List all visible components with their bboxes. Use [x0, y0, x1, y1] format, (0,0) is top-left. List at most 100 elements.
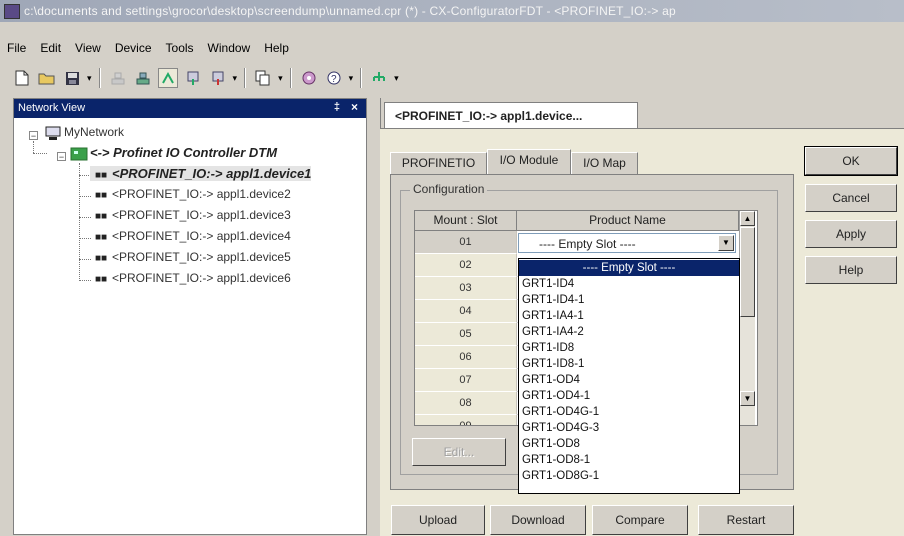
- menu-help[interactable]: Help: [257, 38, 296, 58]
- dropdown-option[interactable]: GRT1-IA4-2: [519, 324, 739, 340]
- network-view-header: Network View ‡ ×: [14, 99, 366, 118]
- product-dropdown-list[interactable]: ---- Empty Slot ---- GRT1-ID4 GRT1-ID4-1…: [518, 258, 740, 494]
- device-icon: ■■: [94, 190, 108, 201]
- tree-item-controller[interactable]: <-> Profinet IO Controller DTM: [68, 145, 277, 162]
- toolbar-separator: [98, 68, 101, 88]
- help-icon[interactable]: ?: [324, 68, 344, 88]
- tree-item-device4[interactable]: ■■ <PROFINET_IO:-> appl1.device4: [90, 229, 291, 243]
- network-disabled-icon: [108, 68, 128, 88]
- menu-bar: File Edit View Device Tools Window Help: [0, 38, 296, 58]
- menu-device[interactable]: Device: [108, 38, 159, 58]
- slot-cell[interactable]: 05: [415, 323, 517, 346]
- slot-cell[interactable]: 01: [415, 231, 517, 254]
- dropdown-option[interactable]: GRT1-OD4-1: [519, 388, 739, 404]
- toolbar-separator: [360, 68, 363, 88]
- dropdown-option[interactable]: GRT1-OD4G-1: [519, 404, 739, 420]
- dropdown-option[interactable]: GRT1-ID8: [519, 340, 739, 356]
- tree-item-device2[interactable]: ■■ <PROFINET_IO:-> appl1.device2: [90, 187, 291, 201]
- slot-cell[interactable]: 06: [415, 346, 517, 369]
- dropdown-option[interactable]: GRT1-OD8G-1: [519, 468, 739, 484]
- device-icon: ■■: [94, 211, 108, 222]
- ok-button[interactable]: OK: [804, 146, 898, 176]
- tree-line: [33, 141, 34, 153]
- copy-dropdown-icon[interactable]: ▾: [278, 73, 283, 84]
- dropdown-option[interactable]: GRT1-IA4-1: [519, 308, 739, 324]
- device-icon: ■■: [94, 232, 108, 243]
- dropdown-option[interactable]: ---- Empty Slot ----: [519, 260, 739, 276]
- help-dropdown-icon[interactable]: ▾: [349, 73, 354, 84]
- dropdown-option[interactable]: GRT1-OD8: [519, 436, 739, 452]
- dropdown-option[interactable]: GRT1-OD4: [519, 372, 739, 388]
- tree-item-device6[interactable]: ■■ <PROFINET_IO:-> appl1.device6: [90, 271, 291, 285]
- menu-tools[interactable]: Tools: [159, 38, 201, 58]
- tree-label: <PROFINET_IO:-> appl1.device6: [112, 271, 291, 285]
- network-view-title: Network View: [18, 102, 86, 114]
- scroll-thumb[interactable]: [740, 227, 755, 317]
- copy-icon[interactable]: [253, 68, 273, 88]
- collapse-controller-icon[interactable]: −: [57, 152, 66, 162]
- device-dropdown-icon[interactable]: ▾: [233, 73, 238, 84]
- device-icon: ■■: [94, 274, 108, 285]
- menu-view[interactable]: View: [68, 38, 108, 58]
- network-dropdown-icon[interactable]: ▾: [394, 73, 399, 84]
- cancel-button[interactable]: Cancel: [805, 184, 897, 212]
- tree-item-device1[interactable]: ■■ <PROFINET_IO:-> appl1.device1: [90, 166, 312, 181]
- pin-icon[interactable]: ‡: [334, 101, 340, 113]
- dropdown-option[interactable]: GRT1-ID8-1: [519, 356, 739, 372]
- upload-device-icon[interactable]: [183, 68, 203, 88]
- edit-button[interactable]: Edit...: [412, 438, 506, 466]
- dropdown-option[interactable]: GRT1-ID4: [519, 276, 739, 292]
- toolbar-separator: [244, 68, 247, 88]
- upload-button[interactable]: Upload: [391, 505, 485, 535]
- slot-cell[interactable]: 04: [415, 300, 517, 323]
- open-folder-icon[interactable]: [37, 68, 57, 88]
- slot-cell[interactable]: 02: [415, 254, 517, 277]
- column-header-slot[interactable]: Mount : Slot: [415, 211, 517, 231]
- slot-cell[interactable]: 08: [415, 392, 517, 415]
- device-icon: ■■: [94, 170, 108, 181]
- dropdown-option[interactable]: GRT1-OD8-1: [519, 452, 739, 468]
- connect-icon[interactable]: [157, 68, 178, 88]
- menu-file[interactable]: File: [0, 38, 33, 58]
- tree-item-device5[interactable]: ■■ <PROFINET_IO:-> appl1.device5: [90, 250, 291, 264]
- tree-label: <PROFINET_IO:-> appl1.device4: [112, 229, 291, 243]
- tree-item-device3[interactable]: ■■ <PROFINET_IO:-> appl1.device3: [90, 208, 291, 222]
- tab-io-module[interactable]: I/O Module: [487, 149, 571, 174]
- tree-label: <-> Profinet IO Controller DTM: [90, 145, 278, 160]
- dropdown-option[interactable]: GRT1-ID4-1: [519, 292, 739, 308]
- download-device-icon[interactable]: [208, 68, 228, 88]
- download-button[interactable]: Download: [490, 505, 586, 535]
- tree-label: <PROFINET_IO:-> appl1.device3: [112, 208, 291, 222]
- restart-button[interactable]: Restart: [698, 505, 794, 535]
- close-icon[interactable]: ×: [351, 100, 358, 114]
- chevron-down-icon[interactable]: ▼: [718, 235, 734, 251]
- tree-label: MyNetwork: [64, 125, 125, 139]
- dropdown-option[interactable]: GRT1-OD4G-3: [519, 420, 739, 436]
- slot-cell[interactable]: 07: [415, 369, 517, 392]
- save-icon[interactable]: [62, 68, 82, 88]
- tab-io-map[interactable]: I/O Map: [571, 152, 638, 174]
- menu-edit[interactable]: Edit: [33, 38, 68, 58]
- collapse-root-icon[interactable]: −: [29, 131, 38, 141]
- compare-button[interactable]: Compare: [592, 505, 688, 535]
- help-button[interactable]: Help: [805, 256, 897, 284]
- column-header-product[interactable]: Product Name: [517, 211, 739, 231]
- network-scan-icon[interactable]: [133, 68, 153, 88]
- document-tab[interactable]: <PROFINET_IO:-> appl1.device...: [384, 102, 638, 128]
- configuration-label: Configuration: [410, 182, 488, 196]
- tree-item-mynetwork[interactable]: MyNetwork: [42, 125, 124, 141]
- scroll-up-icon[interactable]: ▲: [740, 211, 755, 226]
- menu-window[interactable]: Window: [201, 38, 258, 58]
- slot-cell[interactable]: 09: [415, 415, 517, 425]
- slot-cell[interactable]: 03: [415, 277, 517, 300]
- new-file-icon[interactable]: [12, 68, 32, 88]
- grid-scrollbar[interactable]: ▲ ▼: [739, 211, 755, 425]
- tools-icon[interactable]: [299, 68, 319, 88]
- scroll-down-icon[interactable]: ▼: [740, 391, 755, 406]
- tab-profinetio[interactable]: PROFINETIO: [390, 152, 487, 174]
- apply-button[interactable]: Apply: [805, 220, 897, 248]
- combo-value: ---- Empty Slot ----: [539, 237, 636, 251]
- network-tree-icon[interactable]: [369, 68, 389, 88]
- product-name-combo[interactable]: ---- Empty Slot ---- ▼: [518, 233, 736, 253]
- save-dropdown-icon[interactable]: ▾: [87, 73, 92, 84]
